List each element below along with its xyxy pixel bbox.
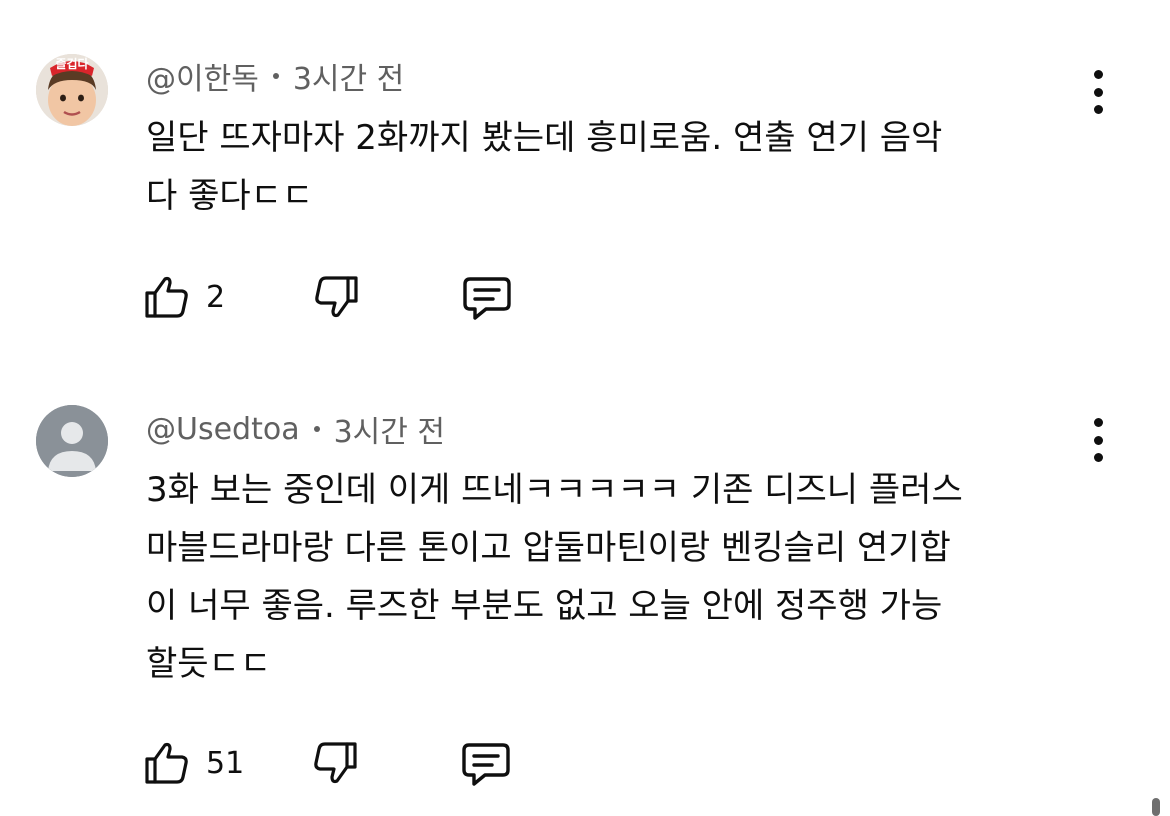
more-vert-icon [1093,70,1103,79]
more-vert-icon-dot [1093,87,1103,97]
comment-text: 일단 뜨자마자 2화까지 봤는데 흥미로움. 연출 연기 음악 다 좋다ㄷㄷ [146,109,1096,225]
comment-meta: @이한독 3시간 전 [146,54,405,98]
comment-meta: @Usedtoa 3시간 전 [146,409,446,451]
thumbs-up-icon [145,276,188,318]
dislike-button[interactable] [310,737,362,789]
avatar[interactable] [36,405,108,477]
more-vert-icon-dot [1093,435,1103,445]
reply-button[interactable] [458,737,514,789]
dislike-button[interactable] [311,271,363,323]
comment-line: 다 좋다ㄷㄷ [146,176,314,216]
like-button[interactable]: 2 [140,271,225,323]
comment-line: 일단 뜨자마자 2화까지 봤는데 흥미로움. 연출 연기 음악 [146,118,943,158]
like-button[interactable]: 51 [140,737,244,789]
scrollbar-thumb[interactable] [1152,798,1160,816]
reply-comment-icon [462,743,510,786]
comment-line: 마블드라마랑 다른 톤이고 압둘마틴이랑 벤킹슬리 연기합 [146,528,951,568]
thumbs-down-icon [314,742,357,784]
comment-line: 3화 보는 중인데 이게 뜨네ㅋㅋㅋㅋㅋ 기존 디즈니 플러스 [146,470,963,510]
author-name[interactable]: @Usedtoa [146,412,300,447]
comment-actions: 51 [140,735,514,791]
default-user-avatar-icon [36,405,108,477]
separator-dot [272,73,279,79]
more-vert-icon [1093,418,1103,427]
avatar[interactable]: 즐겁다 [36,54,108,126]
thumbs-down-icon [315,276,358,318]
timestamp: 3시간 전 [333,415,446,450]
separator-dot [313,426,320,432]
comment-text: 3화 보는 중인데 이게 뜨네ㅋㅋㅋㅋㅋ 기존 디즈니 플러스 마블드라마랑 다… [146,461,1096,693]
reply-comment-icon [463,277,511,320]
avatar-badge: 즐겁다 [55,57,89,71]
author-name[interactable]: @이한독 [146,54,259,98]
more-options-button[interactable] [1082,418,1114,462]
comment-line: 이 너무 좋음. 루즈한 부분도 없고 오늘 안에 정주행 가능 [146,586,943,626]
comments-page: 즐겁다 @이한독 3시간 전 일단 뜨자마자 2화까지 봤는데 흥미로움. 연출… [0,0,1170,816]
comment-line: 할듯ㄷㄷ [146,644,272,684]
like-count: 2 [206,279,226,315]
timestamp: 3시간 전 [292,62,405,97]
comment-actions: 2 [140,269,515,325]
like-count: 51 [206,745,245,781]
reply-button[interactable] [459,271,515,323]
thumbs-up-icon [145,742,188,784]
more-options-button[interactable] [1082,70,1114,114]
